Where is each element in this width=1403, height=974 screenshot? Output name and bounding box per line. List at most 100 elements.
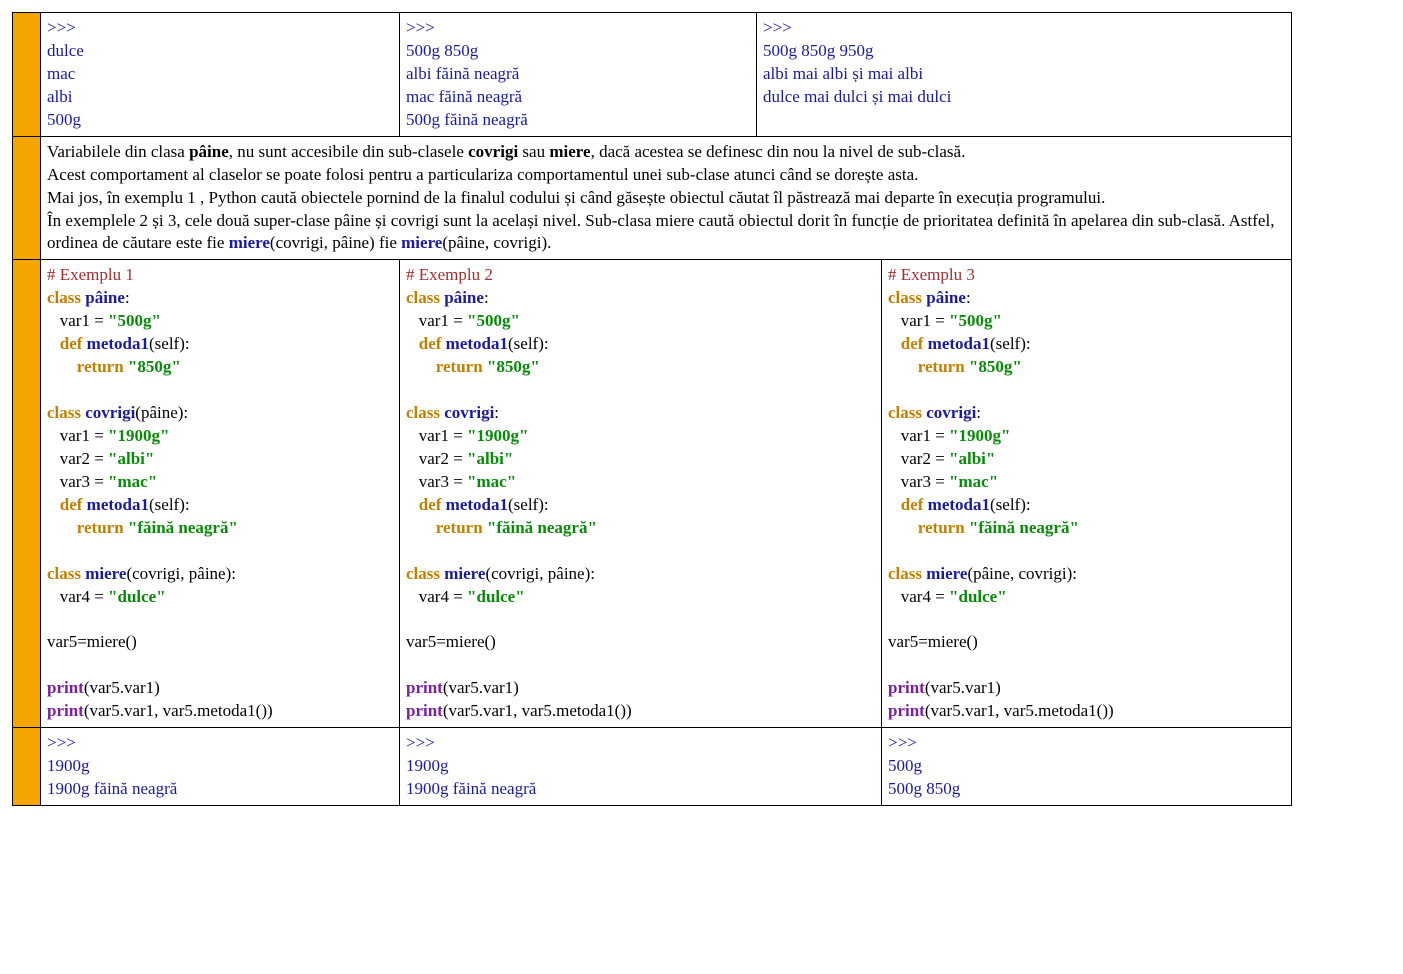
str: "500g" bbox=[949, 311, 1002, 330]
t: (pâine, covrigi): bbox=[967, 564, 1077, 583]
output-text: >>> 500g 850g 950g albi mai albi și mai … bbox=[763, 17, 1285, 109]
t: (pâine): bbox=[135, 403, 188, 422]
kw: return bbox=[77, 357, 124, 376]
str: "1900g" bbox=[467, 426, 528, 445]
code-cell-ex3: # Exemplu 3 class pâine: var1 = "500g" d… bbox=[882, 260, 1292, 728]
t: var1 = bbox=[406, 426, 467, 445]
kw: return bbox=[77, 518, 124, 537]
kw: def bbox=[419, 495, 442, 514]
kw: def bbox=[419, 334, 442, 353]
kw: class bbox=[47, 403, 81, 422]
output-cell-2b: >>> 1900g 1900g făină neagră bbox=[400, 728, 882, 806]
t: : bbox=[966, 288, 971, 307]
kw: def bbox=[60, 495, 83, 514]
t: (self): bbox=[990, 334, 1031, 353]
t: var4 = bbox=[888, 587, 949, 606]
kw: def bbox=[901, 334, 924, 353]
t bbox=[406, 334, 419, 353]
keyword: miere bbox=[229, 233, 270, 252]
bold: pâine bbox=[189, 142, 229, 161]
classname: miere bbox=[85, 564, 126, 583]
output-cell-2c: >>> 500g 500g 850g bbox=[882, 728, 1292, 806]
fn: print bbox=[406, 678, 443, 697]
t: var1 = bbox=[888, 311, 949, 330]
classname: pâine bbox=[926, 288, 966, 307]
str: "albi" bbox=[467, 449, 513, 468]
t: var2 = bbox=[47, 449, 108, 468]
output-cell-2a: >>> 1900g 1900g făină neagră bbox=[41, 728, 400, 806]
t: (covrigi, pâine) fie bbox=[270, 233, 401, 252]
t: Variabilele din clasa bbox=[47, 142, 189, 161]
code-block: # Exemplu 3 class pâine: var1 = "500g" d… bbox=[888, 264, 1285, 723]
str: "dulce" bbox=[949, 587, 1007, 606]
explanation-text: Variabilele din clasa pâine, nu sunt acc… bbox=[47, 141, 1285, 256]
bold: covrigi bbox=[468, 142, 518, 161]
str: "500g" bbox=[108, 311, 161, 330]
kw: class bbox=[406, 564, 440, 583]
fn: metoda1 bbox=[87, 495, 149, 514]
str: "făină neagră" bbox=[128, 518, 238, 537]
t: (self): bbox=[508, 334, 549, 353]
kw: class bbox=[406, 288, 440, 307]
t: var1 = bbox=[406, 311, 467, 330]
code-row: # Exemplu 1 class pâine: var1 = "500g" d… bbox=[13, 260, 1292, 728]
comment: # Exemplu 1 bbox=[47, 265, 134, 284]
output-cell-1b: >>> 500g 850g albi făină neagră mac făin… bbox=[400, 13, 757, 137]
str: "850g" bbox=[487, 357, 540, 376]
kw: class bbox=[406, 403, 440, 422]
str: "850g" bbox=[128, 357, 181, 376]
classname: covrigi bbox=[926, 403, 976, 422]
keyword: miere bbox=[401, 233, 442, 252]
row-marker bbox=[13, 728, 41, 806]
kw: class bbox=[47, 288, 81, 307]
kw: class bbox=[888, 564, 922, 583]
t: Acest comportament al claselor se poate … bbox=[47, 165, 918, 184]
kw: class bbox=[888, 288, 922, 307]
str: "făină neagră" bbox=[969, 518, 1079, 537]
t: (pâine, covrigi). bbox=[442, 233, 551, 252]
fn: print bbox=[47, 701, 84, 720]
str: "850g" bbox=[969, 357, 1022, 376]
explanation-row: Variabilele din clasa pâine, nu sunt acc… bbox=[13, 136, 1292, 260]
t: var3 = bbox=[406, 472, 467, 491]
kw: return bbox=[436, 518, 483, 537]
t: (var5.var1) bbox=[84, 678, 160, 697]
t: (var5.var1) bbox=[925, 678, 1001, 697]
kw: return bbox=[918, 357, 965, 376]
t: var1 = bbox=[888, 426, 949, 445]
fn: print bbox=[888, 701, 925, 720]
t: : bbox=[976, 403, 981, 422]
t: : bbox=[125, 288, 130, 307]
t: var1 = bbox=[47, 426, 108, 445]
str: "albi" bbox=[108, 449, 154, 468]
t: var5=miere() bbox=[47, 632, 137, 651]
t: var4 = bbox=[47, 587, 108, 606]
t: var5=miere() bbox=[888, 632, 978, 651]
fn: print bbox=[888, 678, 925, 697]
t: var3 = bbox=[47, 472, 108, 491]
str: "mac" bbox=[108, 472, 157, 491]
output-text: >>> dulce mac albi 500g bbox=[47, 17, 393, 132]
output-text: >>> 500g 850g albi făină neagră mac făin… bbox=[406, 17, 750, 132]
str: "dulce" bbox=[108, 587, 166, 606]
fn: metoda1 bbox=[446, 495, 508, 514]
output-text: >>> 500g 500g 850g bbox=[888, 732, 1285, 801]
comment: # Exemplu 3 bbox=[888, 265, 975, 284]
t: (self): bbox=[149, 334, 190, 353]
row-marker bbox=[13, 13, 41, 137]
str: "dulce" bbox=[467, 587, 525, 606]
kw: class bbox=[47, 564, 81, 583]
classname: covrigi bbox=[444, 403, 494, 422]
output-cell-1a: >>> dulce mac albi 500g bbox=[41, 13, 400, 137]
kw: class bbox=[888, 403, 922, 422]
fn: metoda1 bbox=[446, 334, 508, 353]
fn: metoda1 bbox=[87, 334, 149, 353]
output-text: >>> 1900g 1900g făină neagră bbox=[47, 732, 393, 801]
fn: print bbox=[406, 701, 443, 720]
t bbox=[888, 357, 918, 376]
t: (var5.var1, var5.metoda1()) bbox=[84, 701, 273, 720]
output-text: >>> 1900g 1900g făină neagră bbox=[406, 732, 875, 801]
t: Mai jos, în exemplu 1 , Python caută obi… bbox=[47, 188, 1105, 207]
t bbox=[406, 357, 436, 376]
t: var4 = bbox=[406, 587, 467, 606]
